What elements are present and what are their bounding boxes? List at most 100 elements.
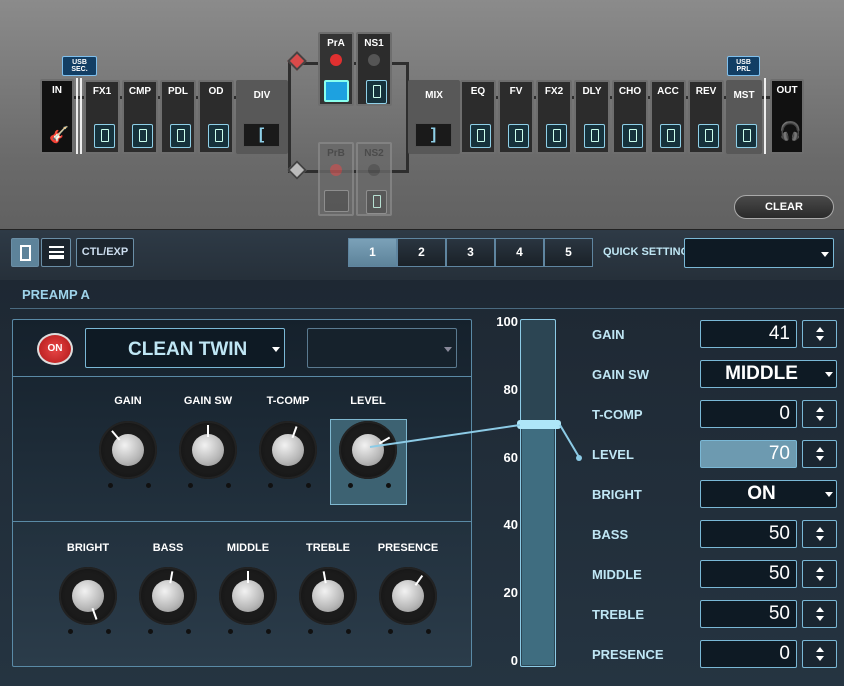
tab-2[interactable]: 2 <box>397 238 446 267</box>
dly-block[interactable]: DLY <box>574 80 610 154</box>
fv-block[interactable]: FV <box>498 80 534 154</box>
level-knob[interactable] <box>339 421 397 479</box>
pdl-block[interactable]: PDL <box>160 80 196 154</box>
knob-tick-dot <box>266 629 271 634</box>
level-stepper[interactable] <box>802 440 837 468</box>
treble-knob[interactable] <box>299 567 357 625</box>
knob-tick-dot <box>268 483 273 488</box>
level-slider-handle[interactable] <box>517 419 561 429</box>
amp-type-select[interactable]: CLEAN TWIN <box>85 328 285 368</box>
presence-stepper[interactable] <box>802 640 837 668</box>
chevron-down-icon <box>821 252 829 257</box>
knob-tick-dot <box>106 629 111 634</box>
slider-tick-label: 100 <box>496 314 518 329</box>
quick-setting-select[interactable] <box>684 238 834 268</box>
gain-stepper[interactable] <box>802 320 837 348</box>
amp-icon <box>324 190 349 212</box>
fx2-block[interactable]: FX2 <box>536 80 572 154</box>
chevron-down-icon <box>272 347 280 352</box>
param-label: T-COMP <box>592 407 643 422</box>
bass-value-field[interactable]: 50 <box>700 520 797 548</box>
t-comp-value-field[interactable]: 0 <box>700 400 797 428</box>
gain-knob[interactable] <box>99 421 157 479</box>
knob-tick-dot <box>348 483 353 488</box>
bass-knob[interactable] <box>139 567 197 625</box>
tab-5[interactable]: 5 <box>544 238 593 267</box>
clear-button[interactable]: CLEAR <box>734 195 834 219</box>
led-icon <box>368 164 380 176</box>
middle-stepper[interactable] <box>802 560 837 588</box>
level-value-field[interactable]: 70 <box>700 440 797 468</box>
single-view-button[interactable] <box>11 238 39 267</box>
presence-value-field[interactable]: 0 <box>700 640 797 668</box>
slider-tick-label: 80 <box>503 381 518 397</box>
pedal-icon <box>660 124 681 148</box>
mixer-icon: ] <box>415 123 452 147</box>
rev-block[interactable]: REV <box>688 80 724 154</box>
knob-label: TREBLE <box>306 542 350 554</box>
param-label: GAIN SW <box>592 367 650 382</box>
pedal-icon <box>622 124 643 148</box>
knob-label: GAIN SW <box>183 395 233 407</box>
treble-value-field[interactable]: 50 <box>700 600 797 628</box>
usb-prl-badge[interactable]: USB PRL <box>727 56 760 76</box>
ctl-exp-button[interactable]: CTL/EXP <box>76 238 134 267</box>
knob-label: PRESENCE <box>377 542 439 554</box>
chevron-down-icon <box>825 492 833 497</box>
mst-block[interactable]: MST <box>726 80 762 154</box>
pedal-icon <box>546 124 567 148</box>
gain-value-field[interactable]: 41 <box>700 320 797 348</box>
chevron-down-icon <box>444 347 452 352</box>
param-label: LEVEL <box>592 447 634 462</box>
output-block[interactable]: OUT 🎧 <box>770 79 804 154</box>
gain-sw-knob[interactable] <box>179 421 237 479</box>
pedal-icon <box>470 124 491 148</box>
cho-block[interactable]: CHO <box>612 80 648 154</box>
ns1-block[interactable]: NS1 <box>356 32 392 106</box>
middle-knob[interactable] <box>219 567 277 625</box>
gain-sw-select[interactable]: MIDDLE <box>700 360 837 388</box>
secondary-select[interactable] <box>307 328 457 368</box>
cmp-block[interactable]: CMP <box>122 80 158 154</box>
on-button[interactable]: ON <box>37 333 73 365</box>
treble-stepper[interactable] <box>802 600 837 628</box>
mix-block[interactable]: MIX] <box>408 80 460 154</box>
knob-label: BASS <box>152 542 184 554</box>
preamp-b-block[interactable]: PrB <box>318 142 354 216</box>
pedal-icon <box>366 80 387 104</box>
guitar-icon: 🎸 <box>49 127 69 144</box>
bright-knob[interactable] <box>59 567 117 625</box>
chevron-down-icon <box>825 372 833 377</box>
div-block[interactable]: DIV[ <box>236 80 288 154</box>
preamp-a-block[interactable]: PrA <box>318 32 354 106</box>
tab-1[interactable]: 1 <box>348 238 397 267</box>
param-label: BRIGHT <box>592 487 642 502</box>
od-block[interactable]: OD <box>198 80 234 154</box>
t-comp-stepper[interactable] <box>802 400 837 428</box>
tab-3[interactable]: 3 <box>446 238 495 267</box>
pedal-icon <box>584 124 605 148</box>
led-icon <box>368 54 380 66</box>
tab-4[interactable]: 4 <box>495 238 544 267</box>
pedal-icon <box>170 124 191 148</box>
middle-value-field[interactable]: 50 <box>700 560 797 588</box>
pedal-icon <box>508 124 529 148</box>
knob-tick-dot <box>108 483 113 488</box>
eq-block[interactable]: EQ <box>460 80 496 154</box>
acc-block[interactable]: ACC <box>650 80 686 154</box>
knob-label: BRIGHT <box>66 542 110 554</box>
led-red-icon <box>330 54 342 66</box>
input-block[interactable]: IN 🎸 <box>40 79 74 154</box>
section-title: PREAMP A <box>22 287 90 302</box>
divider-icon: [ <box>243 123 280 147</box>
knob-label: GAIN <box>114 395 142 407</box>
t-comp-knob[interactable] <box>259 421 317 479</box>
usb-sec-badge[interactable]: USB SEC. <box>62 56 97 76</box>
bright-select[interactable]: ON <box>700 480 837 508</box>
list-view-button[interactable] <box>41 238 71 267</box>
bass-stepper[interactable] <box>802 520 837 548</box>
ns2-block[interactable]: NS2 <box>356 142 392 216</box>
param-label: TREBLE <box>592 607 644 622</box>
fx1-block[interactable]: FX1 <box>84 80 120 154</box>
presence-knob[interactable] <box>379 567 437 625</box>
